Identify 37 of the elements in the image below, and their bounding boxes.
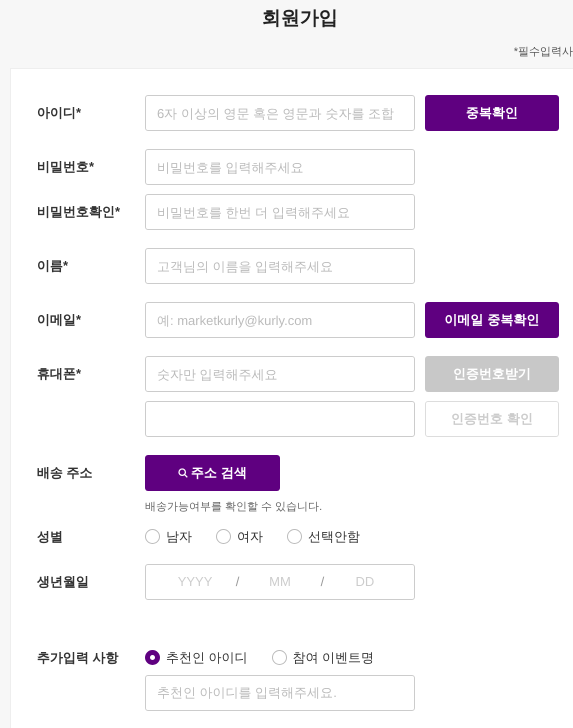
- input-field[interactable]: 추천인 아이디를 입력해주세요.: [145, 674, 415, 710]
- input-field[interactable]: [145, 401, 415, 437]
- page-title: 회원가입: [262, 7, 338, 31]
- radio-label: 여자: [237, 528, 263, 546]
- verify-button[interactable]: 중복확인: [425, 95, 559, 131]
- radio-label: 남자: [166, 528, 192, 546]
- radio-label: 추천인 아이디: [166, 648, 248, 667]
- field-label: 아이디*: [37, 104, 82, 122]
- search-icon: [178, 468, 188, 478]
- field-label: 비밀번호확인*: [37, 203, 120, 222]
- input-field[interactable]: 고객님의 이름을 입력해주세요: [145, 248, 415, 284]
- field-label: 생년월일: [37, 572, 89, 591]
- field-label: 추가입력 사항: [37, 648, 119, 667]
- radio-button[interactable]: [287, 529, 302, 544]
- input-field[interactable]: 예: marketkurly@kurly.com: [145, 302, 415, 338]
- field-label: 이름*: [37, 257, 68, 276]
- input-field[interactable]: 6자 이상의 영문 혹은 영문과 숫자를 조합: [145, 95, 415, 131]
- date-separator: /: [320, 572, 324, 591]
- field-label: 이메일*: [37, 311, 82, 330]
- radio-label: 선택안함: [308, 528, 360, 546]
- radio-button[interactable]: [145, 650, 160, 665]
- field-label: 비밀번호*: [37, 158, 94, 176]
- field-label: 배송 주소: [37, 464, 93, 482]
- input-field[interactable]: 비밀번호를 한번 더 입력해주세요: [145, 194, 415, 230]
- required-note: *필수입력사: [514, 45, 573, 60]
- radio-label: 참여 이벤트명: [292, 648, 374, 667]
- field-label: 휴대폰*: [37, 365, 82, 384]
- radio-button[interactable]: [145, 529, 160, 544]
- address-hint: 배송가능여부를 확인할 수 있습니다.: [145, 500, 322, 515]
- radio-button[interactable]: [216, 529, 231, 544]
- field-label: 성별: [37, 528, 63, 546]
- input-field[interactable]: 숫자만 입력해주세요: [145, 356, 415, 392]
- input-field[interactable]: 비밀번호를 입력해주세요: [145, 149, 415, 185]
- date-separator: /: [236, 572, 240, 591]
- address-search-button[interactable]: 주소 검색: [145, 455, 280, 491]
- radio-button[interactable]: [272, 650, 287, 665]
- verify-button[interactable]: 이메일 중복확인: [425, 302, 559, 338]
